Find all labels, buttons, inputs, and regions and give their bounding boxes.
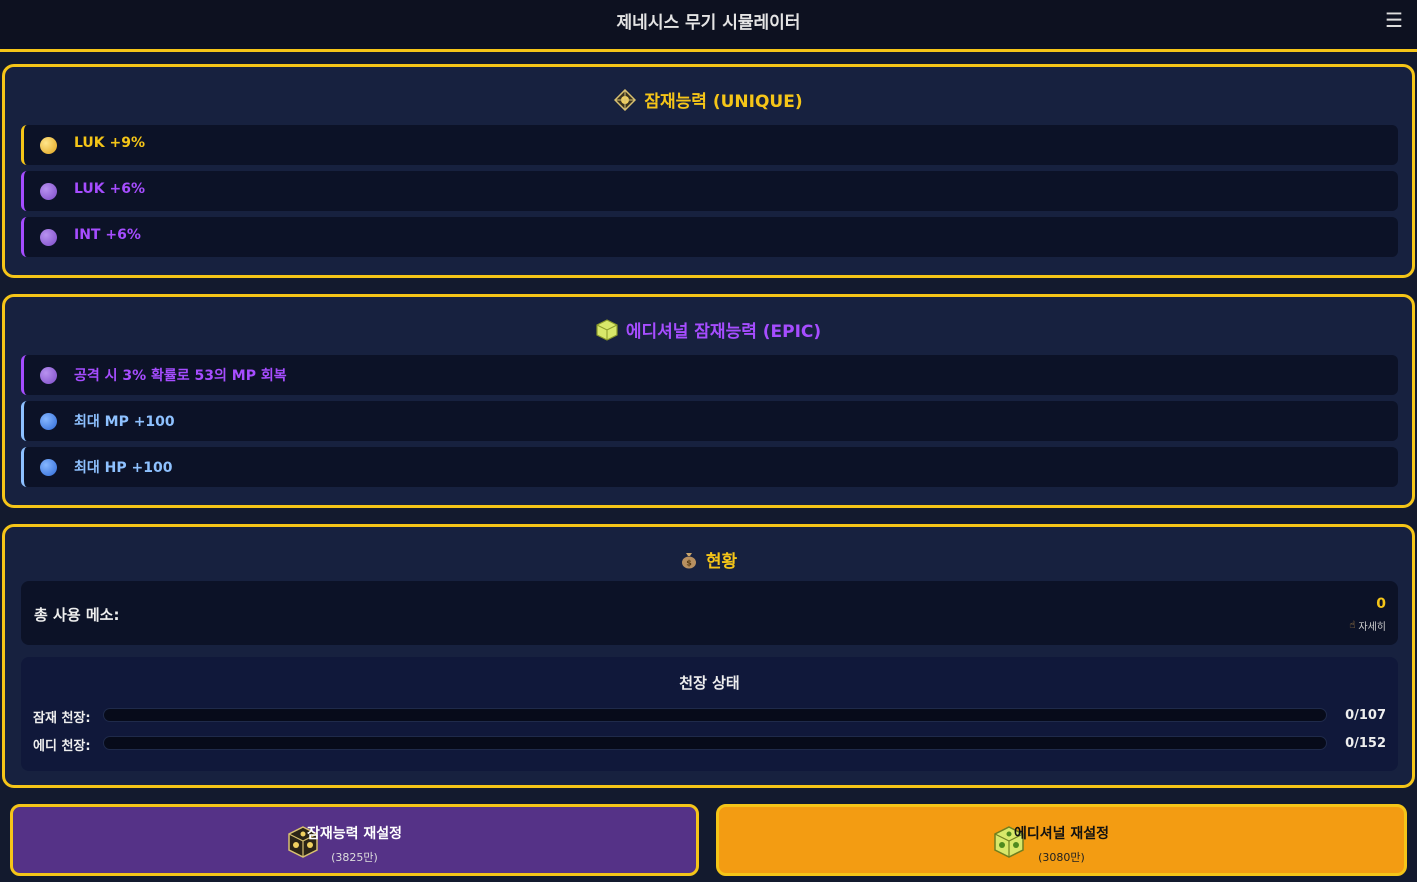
- additional-cube-icon: [596, 318, 618, 341]
- total-mesos-label: 총 사용 메소:: [34, 606, 120, 624]
- money-bag-icon: $: [680, 551, 698, 569]
- additional-reset-button[interactable]: 에디셔널 재설정 (3080만): [716, 804, 1407, 876]
- potential-pity-value: 0/107: [1345, 708, 1386, 723]
- unique-grade-icon: [40, 137, 57, 154]
- epic-grade-icon: [40, 229, 57, 246]
- potential-reset-button[interactable]: 잠재능력 재설정 (3825만): [10, 804, 699, 876]
- total-mesos-value: 0: [1376, 596, 1386, 612]
- status-title: $ 현황: [5, 547, 1412, 572]
- potential-line-text: LUK +9%: [74, 135, 146, 151]
- potential-pity-label: 잠재 천장:: [33, 711, 91, 726]
- page-title: 제네시스 무기 시뮬레이터: [616, 13, 801, 33]
- svg-text:$: $: [686, 558, 692, 567]
- potential-line-2: LUK +6%: [21, 171, 1398, 211]
- pity-box: 천장 상태 잠재 천장: 0/107 에디 천장: 0/152: [21, 657, 1398, 771]
- potential-title: 잠재능력 (UNIQUE): [5, 87, 1412, 112]
- additional-panel: 에디셔널 잠재능력 (EPIC) 공격 시 3% 확률로 53의 MP 회복 최…: [2, 294, 1415, 508]
- potential-line-3: INT +6%: [21, 217, 1398, 257]
- potential-reset-cost: (3825만): [331, 851, 378, 864]
- detail-label: 자세히: [1358, 622, 1386, 633]
- potential-line-text: LUK +6%: [74, 181, 146, 197]
- black-cube-icon: [614, 88, 637, 111]
- additional-line-text: 최대 MP +100: [74, 414, 175, 430]
- additional-line-1: 공격 시 3% 확률로 53의 MP 회복: [21, 355, 1398, 395]
- status-panel: $ 현황 총 사용 메소: 0 ☝ 자세히 천장 상태 잠재 천장: 0/107…: [2, 524, 1415, 788]
- additional-line-2: 최대 MP +100: [21, 401, 1398, 441]
- additional-pity-label: 에디 천장:: [33, 739, 91, 754]
- additional-title: 에디셔널 잠재능력 (EPIC): [5, 317, 1412, 342]
- menu-icon[interactable]: ☰: [1385, 8, 1403, 32]
- potential-line-1: LUK +9%: [21, 125, 1398, 165]
- epic-grade-icon: [40, 367, 57, 384]
- potential-line-text: INT +6%: [74, 227, 141, 243]
- detail-link[interactable]: ☝ 자세히: [1349, 618, 1386, 633]
- additional-line-text: 공격 시 3% 확률로 53의 MP 회복: [74, 368, 287, 384]
- additional-line-3: 최대 HP +100: [21, 447, 1398, 487]
- top-bar: 제네시스 무기 시뮬레이터 ☰: [0, 0, 1417, 52]
- total-mesos-box: 총 사용 메소: 0 ☝ 자세히: [21, 581, 1398, 645]
- rare-grade-icon: [40, 459, 57, 476]
- rare-grade-icon: [40, 413, 57, 430]
- pointing-hand-icon: ☝: [1349, 620, 1356, 631]
- potential-pity-bar: [103, 708, 1327, 722]
- additional-pity-bar: [103, 736, 1327, 750]
- potential-title-text: 잠재능력 (UNIQUE): [644, 92, 803, 112]
- potential-reset-label: 잠재능력 재설정: [306, 826, 403, 842]
- additional-pity-value: 0/152: [1345, 736, 1386, 751]
- additional-reset-cost: (3080만): [1038, 851, 1085, 864]
- epic-grade-icon: [40, 183, 57, 200]
- status-title-text: 현황: [705, 552, 738, 572]
- additional-title-text: 에디셔널 잠재능력 (EPIC): [625, 322, 822, 342]
- additional-reset-label: 에디셔널 재설정: [1013, 826, 1110, 842]
- additional-line-text: 최대 HP +100: [74, 460, 173, 476]
- pity-title: 천장 상태: [679, 674, 740, 692]
- potential-panel: 잠재능력 (UNIQUE) LUK +9% LUK +6% INT +6%: [2, 64, 1415, 278]
